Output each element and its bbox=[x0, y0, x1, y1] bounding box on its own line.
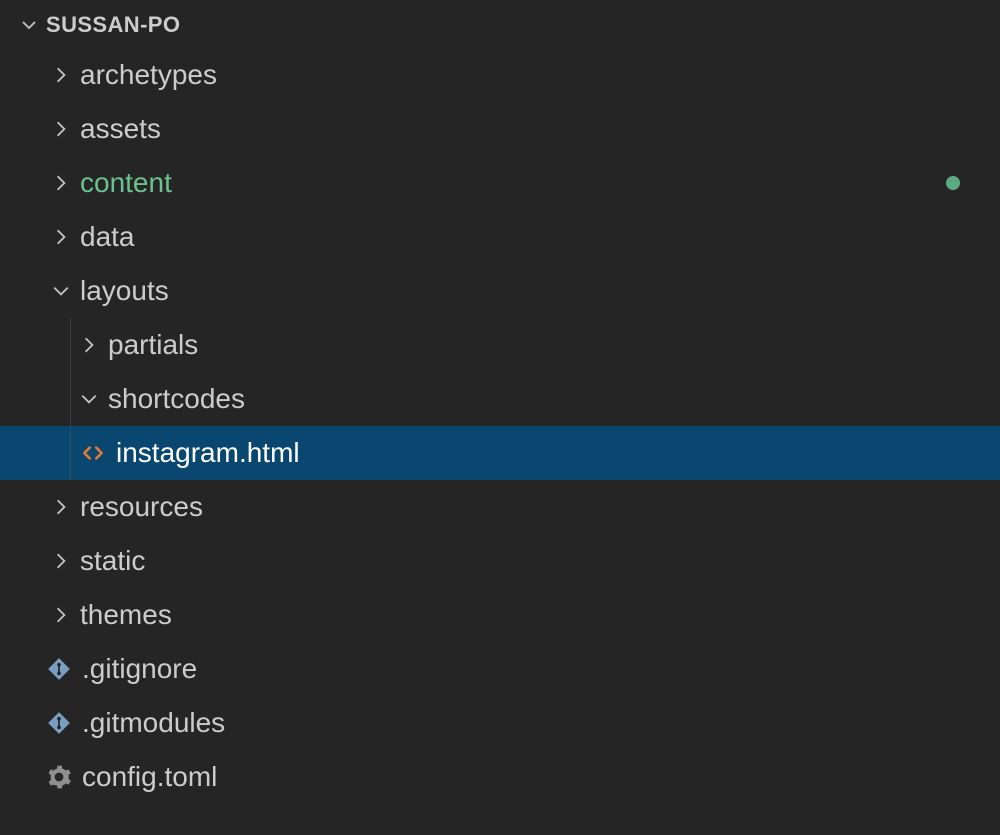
folder-label: themes bbox=[72, 599, 172, 631]
folder-label: partials bbox=[100, 329, 198, 361]
folder-static[interactable]: static bbox=[0, 534, 1000, 588]
git-file-icon bbox=[44, 708, 74, 738]
file-config-toml[interactable]: config.toml bbox=[0, 750, 1000, 804]
chevron-right-icon bbox=[50, 228, 72, 246]
file-instagram-html[interactable]: instagram.html bbox=[0, 426, 1000, 480]
file-label: instagram.html bbox=[108, 437, 300, 469]
folder-label: content bbox=[72, 167, 172, 199]
folder-assets[interactable]: assets bbox=[0, 102, 1000, 156]
chevron-right-icon bbox=[50, 66, 72, 84]
gear-icon bbox=[44, 762, 74, 792]
chevron-right-icon bbox=[50, 174, 72, 192]
file-label: config.toml bbox=[74, 761, 217, 793]
modified-indicator-dot bbox=[946, 176, 960, 190]
file-label: .gitignore bbox=[74, 653, 197, 685]
chevron-right-icon bbox=[78, 336, 100, 354]
folder-archetypes[interactable]: archetypes bbox=[0, 48, 1000, 102]
root-folder-label: SUSSAN-PO bbox=[40, 12, 180, 38]
folder-content[interactable]: content bbox=[0, 156, 1000, 210]
folder-layouts[interactable]: layouts bbox=[0, 264, 1000, 318]
chevron-down-icon bbox=[50, 282, 72, 300]
folder-label: assets bbox=[72, 113, 161, 145]
folder-label: archetypes bbox=[72, 59, 217, 91]
folder-partials[interactable]: partials bbox=[0, 318, 1000, 372]
file-gitmodules[interactable]: .gitmodules bbox=[0, 696, 1000, 750]
chevron-right-icon bbox=[50, 606, 72, 624]
file-gitignore[interactable]: .gitignore bbox=[0, 642, 1000, 696]
chevron-down-icon bbox=[78, 390, 100, 408]
file-explorer-tree: SUSSAN-PO archetypes assets content data bbox=[0, 0, 1000, 804]
html-file-icon bbox=[78, 438, 108, 468]
folder-shortcodes[interactable]: shortcodes bbox=[0, 372, 1000, 426]
file-label: .gitmodules bbox=[74, 707, 225, 739]
chevron-down-icon bbox=[18, 17, 40, 33]
folder-resources[interactable]: resources bbox=[0, 480, 1000, 534]
root-folder[interactable]: SUSSAN-PO bbox=[0, 2, 1000, 48]
chevron-right-icon bbox=[50, 498, 72, 516]
folder-label: data bbox=[72, 221, 135, 253]
folder-label: shortcodes bbox=[100, 383, 245, 415]
chevron-right-icon bbox=[50, 552, 72, 570]
folder-label: layouts bbox=[72, 275, 169, 307]
git-file-icon bbox=[44, 654, 74, 684]
folder-data[interactable]: data bbox=[0, 210, 1000, 264]
folder-themes[interactable]: themes bbox=[0, 588, 1000, 642]
chevron-right-icon bbox=[50, 120, 72, 138]
folder-label: resources bbox=[72, 491, 203, 523]
folder-label: static bbox=[72, 545, 145, 577]
